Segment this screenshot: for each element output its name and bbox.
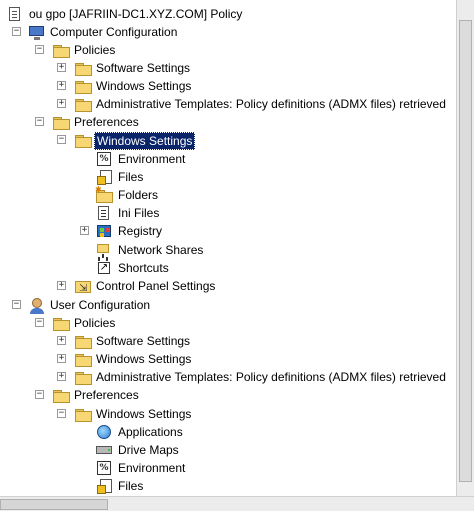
ini-file-icon [96,205,112,221]
files-icon [96,478,112,494]
collapse-toggle[interactable]: − [12,300,21,309]
vertical-scrollbar[interactable] [456,0,474,496]
tree-root-label: ou gpo [JAFRIIN-DC1.XYZ.COM] Policy [29,7,243,21]
expand-toggle[interactable]: + [57,336,66,345]
tree-item-label: Drive Maps [118,443,179,457]
environment-icon: % [96,151,112,167]
collapse-toggle[interactable]: − [12,27,21,36]
tree-item-label: Windows Settings [96,407,192,421]
tree-item-label: Files [118,170,144,184]
tree-item-label: Administrative Templates: Policy definit… [96,97,446,111]
folder-icon [75,60,92,76]
expand-toggle[interactable]: + [57,372,66,381]
collapse-toggle[interactable]: − [57,135,66,144]
expand-toggle[interactable]: + [80,226,89,235]
tree-item-label: Windows Settings [96,79,192,93]
folder-icon [75,78,92,94]
folder-icon [53,114,70,130]
tree-item-label: Preferences [74,388,139,402]
control-panel-icon [75,278,91,298]
tree-item-label: Environment [118,461,186,475]
tree-item-label: Files [118,479,144,493]
user-icon [29,297,45,314]
folder-icon [75,369,92,385]
network-share-icon [96,242,112,258]
tree-item-label-selected: Windows Settings [94,132,196,150]
collapse-toggle[interactable]: − [35,45,44,54]
environment-icon: % [96,460,112,476]
horizontal-scrollbar-thumb[interactable] [0,499,108,510]
folder-icon [75,132,92,148]
computer-icon [29,24,45,40]
collapse-toggle[interactable]: − [35,390,44,399]
tree-item-label: Policies [74,316,116,330]
registry-icon [96,223,112,239]
tree-item-label: Registry [118,224,163,238]
collapse-toggle[interactable]: − [57,409,66,418]
expand-toggle[interactable]: + [57,99,66,108]
expand-toggle[interactable]: + [57,63,66,72]
expand-toggle[interactable]: + [57,354,66,363]
tree-item-label: Preferences [74,115,139,129]
applications-icon [96,424,112,440]
tree-item-label: Computer Configuration [50,25,178,39]
tree-item-label: Software Settings [96,334,191,348]
folder-icon [75,96,92,112]
tree-item-label: Ini Files [118,206,160,220]
collapse-toggle[interactable]: − [35,318,44,327]
horizontal-scrollbar[interactable] [0,496,474,511]
gpo-tree-view[interactable]: ou gpo [JAFRIIN-DC1.XYZ.COM] Policy − Co… [0,0,457,496]
tree-item-label: Administrative Templates: Policy definit… [96,370,446,384]
tree-item-label: Applications [118,425,183,439]
drive-map-icon [96,442,112,458]
expand-toggle[interactable]: + [57,281,66,290]
folder-icon [53,42,70,58]
tree-item-label: Policies [74,43,116,57]
folder-icon [53,387,70,403]
tree-item-label: Folders [118,188,159,202]
folder-icon [75,406,92,422]
tree-item-label: Network Shares [118,243,204,257]
tree-item-label: Windows Settings [96,352,192,366]
policy-document-icon [7,6,23,22]
folder-icon [75,333,92,349]
tree-item-label: Software Settings [96,61,191,75]
folders-icon: ✱ [95,186,113,203]
tree-item-label: Environment [118,152,186,166]
tree-item-label: Shortcuts [118,261,169,275]
tree-item-label: User Configuration [50,298,151,312]
folder-icon [75,351,92,367]
folder-icon [53,315,70,331]
vertical-scrollbar-thumb[interactable] [459,20,472,482]
expand-toggle[interactable]: + [57,81,66,90]
files-icon [96,169,112,185]
shortcut-icon: ↗ [98,262,110,274]
collapse-toggle[interactable]: − [35,117,44,126]
tree-item-label: Control Panel Settings [96,279,216,293]
